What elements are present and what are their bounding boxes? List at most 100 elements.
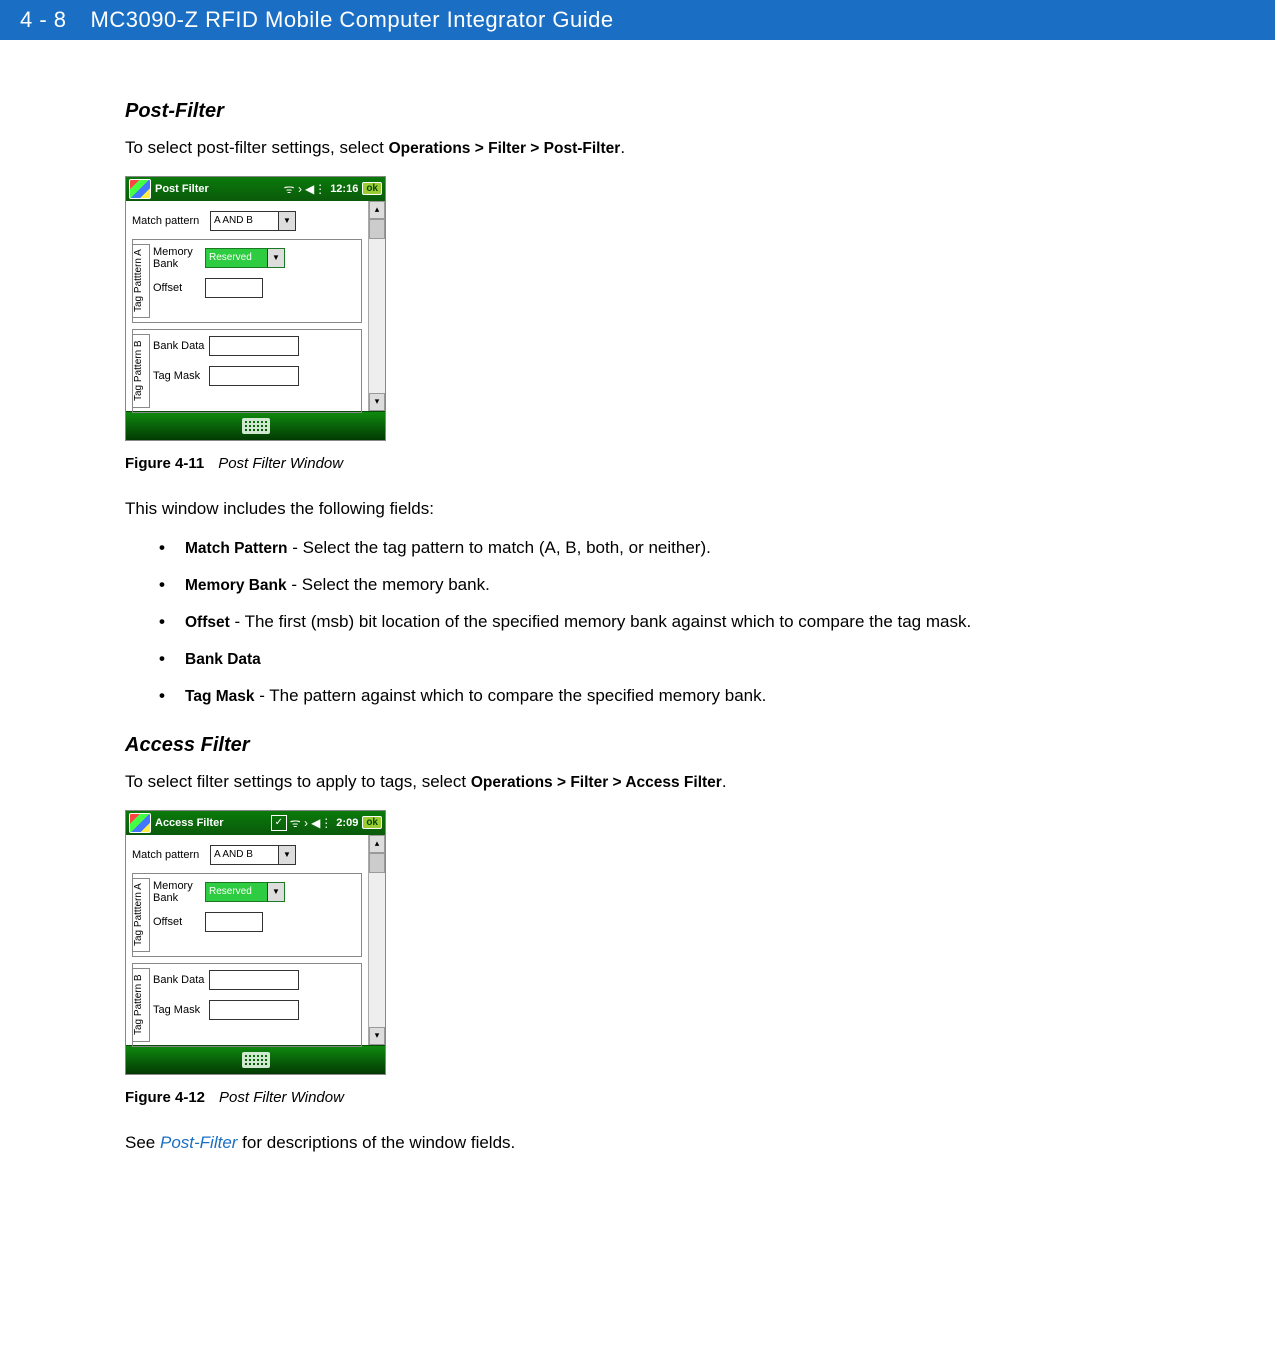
memory-bank-value: Reserved: [209, 252, 252, 263]
offset-input[interactable]: [205, 278, 263, 298]
menu-path: Operations > Filter > Post-Filter: [389, 140, 621, 157]
tag-mask-label: Tag Mask: [153, 370, 209, 382]
offset-label: Offset: [153, 916, 205, 928]
chevron-down-icon: ▼: [267, 883, 284, 901]
tag-pattern-a-group: Tag Patttern A Memory Bank Reserved ▼ Of…: [132, 873, 362, 957]
bank-data-label: Bank Data: [153, 340, 209, 352]
memory-bank-dropdown[interactable]: Reserved ▼: [205, 248, 285, 268]
term: Memory Bank: [185, 577, 287, 594]
window-main: Match pattern A AND B ▼ Tag Patttern A M…: [126, 835, 368, 1045]
bank-data-input[interactable]: [209, 970, 299, 990]
desc: - Select the memory bank.: [287, 575, 490, 594]
tag-pattern-a-group: Tag Patttern A Memory Bank Reserved ▼ Of…: [132, 239, 362, 323]
page-content: Post-Filter To select post-filter settin…: [0, 40, 1275, 1210]
term: Bank Data: [185, 651, 261, 668]
scroll-thumb[interactable]: [369, 853, 385, 873]
list-item: Match Pattern - Select the tag pattern t…: [159, 537, 1160, 560]
group-b-label: Tag Pattern B: [132, 334, 150, 408]
bank-data-label: Bank Data: [153, 974, 209, 986]
keyboard-icon[interactable]: [242, 418, 270, 434]
desc: - The first (msb) bit location of the sp…: [230, 612, 971, 631]
window-bottombar: [126, 411, 385, 440]
field-list: Match Pattern - Select the tag pattern t…: [159, 537, 1160, 708]
scroll-down-icon[interactable]: ▾: [369, 1027, 385, 1045]
desc: - The pattern against which to compare t…: [255, 686, 767, 705]
figure-title: Post Filter Window: [218, 455, 343, 472]
speaker-icon: ◀⋮: [311, 816, 332, 830]
scrollbar[interactable]: ▴ ▾: [368, 835, 385, 1045]
window-body: Match pattern A AND B ▼ Tag Patttern A M…: [126, 835, 385, 1045]
connectivity-icon: ᯤ ›: [290, 814, 308, 831]
see-prefix: See: [125, 1133, 160, 1152]
window-main: Match pattern A AND B ▼ Tag Patttern A M…: [126, 201, 368, 411]
ok-button[interactable]: ok: [362, 182, 382, 195]
match-pattern-dropdown[interactable]: A AND B ▼: [210, 845, 296, 865]
offset-label: Offset: [153, 282, 205, 294]
heading-access-filter: Access Filter: [125, 734, 1160, 757]
figure-4-11-caption: Figure 4-11Post Filter Window: [125, 455, 1160, 472]
start-icon[interactable]: [129, 179, 151, 199]
tag-mask-input[interactable]: [209, 1000, 299, 1020]
chevron-down-icon: ▼: [278, 846, 295, 864]
match-pattern-value: A AND B: [214, 215, 253, 226]
offset-input[interactable]: [205, 912, 263, 932]
memory-bank-label: Memory Bank: [153, 246, 205, 270]
scroll-track[interactable]: [369, 853, 385, 1027]
memory-bank-dropdown[interactable]: Reserved ▼: [205, 882, 285, 902]
match-pattern-label: Match pattern: [132, 215, 210, 227]
heading-post-filter: Post-Filter: [125, 100, 1160, 123]
tag-pattern-b-group: Tag Pattern B Bank Data Tag Mask: [132, 329, 362, 413]
post-filter-link[interactable]: Post-Filter: [160, 1133, 237, 1152]
see-suffix: for descriptions of the window fields.: [237, 1133, 515, 1152]
scroll-thumb[interactable]: [369, 219, 385, 239]
chevron-down-icon: ▼: [278, 212, 295, 230]
post-filter-intro: To select post-filter settings, select O…: [125, 137, 1160, 160]
document-title: MC3090-Z RFID Mobile Computer Integrator…: [91, 7, 614, 33]
clock: 12:16: [330, 183, 358, 195]
see-reference: See Post-Filter for descriptions of the …: [125, 1132, 1160, 1155]
window-titlebar: Post Filter ᯤ › ◀⋮ 12:16 ok: [126, 177, 385, 201]
bank-data-input[interactable]: [209, 336, 299, 356]
post-filter-window: Post Filter ᯤ › ◀⋮ 12:16 ok Match patter…: [125, 176, 386, 441]
check-icon: ✓: [271, 815, 287, 831]
term: Tag Mask: [185, 688, 255, 705]
status-icons: ᯤ › ◀⋮: [284, 180, 327, 197]
tag-mask-label: Tag Mask: [153, 1004, 209, 1016]
window-titlebar: Access Filter ✓ ᯤ › ◀⋮ 2:09 ok: [126, 811, 385, 835]
term: Match Pattern: [185, 540, 288, 557]
match-pattern-label: Match pattern: [132, 849, 210, 861]
status-icons: ✓ ᯤ › ◀⋮: [271, 814, 333, 831]
figure-4-12-caption: Figure 4-12 Post Filter Window: [125, 1089, 1160, 1106]
list-item: Memory Bank - Select the memory bank.: [159, 574, 1160, 597]
keyboard-icon[interactable]: [242, 1052, 270, 1068]
group-a-label: Tag Patttern A: [132, 244, 150, 318]
scroll-up-icon[interactable]: ▴: [369, 201, 385, 219]
memory-bank-label: Memory Bank: [153, 880, 205, 904]
window-title: Access Filter: [155, 817, 271, 829]
scrollbar[interactable]: ▴ ▾: [368, 201, 385, 411]
ok-button[interactable]: ok: [362, 816, 382, 829]
scroll-track[interactable]: [369, 219, 385, 393]
list-item: Bank Data: [159, 648, 1160, 671]
chevron-down-icon: ▼: [267, 249, 284, 267]
match-pattern-dropdown[interactable]: A AND B ▼: [210, 211, 296, 231]
scroll-up-icon[interactable]: ▴: [369, 835, 385, 853]
menu-path: Operations > Filter > Access Filter: [471, 774, 722, 791]
start-icon[interactable]: [129, 813, 151, 833]
intro-text: To select filter settings to apply to ta…: [125, 772, 471, 791]
intro-text: To select post-filter settings, select: [125, 138, 389, 157]
fields-intro: This window includes the following field…: [125, 498, 1160, 521]
scroll-down-icon[interactable]: ▾: [369, 393, 385, 411]
term: Offset: [185, 614, 230, 631]
access-filter-window: Access Filter ✓ ᯤ › ◀⋮ 2:09 ok Match pat…: [125, 810, 386, 1075]
memory-bank-value: Reserved: [209, 886, 252, 897]
access-filter-intro: To select filter settings to apply to ta…: [125, 771, 1160, 794]
figure-title: Post Filter Window: [219, 1089, 344, 1106]
speaker-icon: ◀⋮: [305, 182, 326, 196]
intro-suffix: .: [722, 772, 727, 791]
match-pattern-value: A AND B: [214, 849, 253, 860]
desc: - Select the tag pattern to match (A, B,…: [288, 538, 711, 557]
figure-label: Figure 4-12: [125, 1089, 205, 1106]
tag-mask-input[interactable]: [209, 366, 299, 386]
page-number: 4 - 8: [20, 7, 67, 33]
